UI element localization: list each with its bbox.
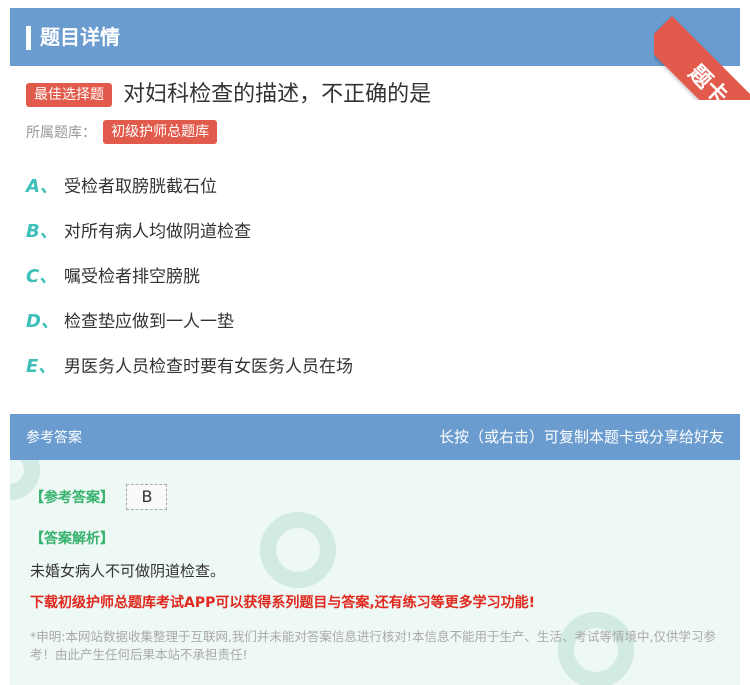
- question-text: 对妇科检查的描述，不正确的是: [123, 82, 432, 107]
- watermark-logo-icon: [260, 512, 336, 588]
- analysis-label: 【答案解析】: [30, 531, 114, 547]
- answer-label: 【参考答案】: [30, 490, 114, 506]
- bank-label: 所属题库：: [26, 125, 96, 141]
- header-accent-bar: [26, 26, 31, 50]
- answer-section-header: 参考答案 长按（或右击）可复制本题卡或分享给好友: [10, 414, 740, 460]
- answer-panel: 【参考答案】 B 【答案解析】 未婚女病人不可做阴道检查。 下载初级护师总题库考…: [10, 460, 740, 685]
- option-text: 受检者取膀胱截石位: [64, 177, 217, 197]
- option-letter: C、: [26, 266, 58, 287]
- question-type-tag: 最佳选择题: [26, 83, 112, 107]
- option-b[interactable]: B、 对所有病人均做阴道检查: [26, 217, 726, 262]
- options-list: A、 受检者取膀胱截石位 B、 对所有病人均做阴道检查 C、 嘱受检者排空膀胱 …: [26, 172, 726, 397]
- answer-value[interactable]: B: [126, 484, 168, 510]
- question-bank-row: 所属题库： 初级护师总题库: [26, 120, 218, 144]
- answer-section-title: 参考答案: [26, 430, 82, 446]
- option-a[interactable]: A、 受检者取膀胱截石位: [26, 172, 726, 217]
- option-letter: A、: [26, 176, 58, 197]
- option-letter: D、: [26, 311, 59, 332]
- option-text: 男医务人员检查时要有女医务人员在场: [64, 357, 353, 377]
- option-text: 嘱受检者排空膀胱: [64, 267, 200, 287]
- option-letter: B、: [26, 221, 58, 242]
- page-title: 题目详情: [40, 25, 120, 49]
- option-d[interactable]: D、 检查垫应做到一人一垫: [26, 307, 726, 352]
- option-text: 对所有病人均做阴道检查: [64, 222, 251, 242]
- app-promo-link[interactable]: 下载初级护师总题库考试APP可以获得系列题目与答案,还有练习等更多学习功能!: [30, 592, 535, 612]
- answer-line: 【参考答案】 B: [30, 484, 168, 510]
- disclaimer-text: *申明:本网站数据收集整理于互联网,我们并未能对答案信息进行核对!本信息不能用于…: [30, 629, 716, 662]
- option-letter: E、: [26, 356, 57, 377]
- question-block: 最佳选择题 对妇科检查的描述，不正确的是: [26, 80, 726, 110]
- option-text: 检查垫应做到一人一垫: [64, 312, 234, 332]
- option-c[interactable]: C、 嘱受检者排空膀胱: [26, 262, 726, 307]
- copy-hint: 长按（或右击）可复制本题卡或分享给好友: [438, 428, 724, 446]
- option-e[interactable]: E、 男医务人员检查时要有女医务人员在场: [26, 352, 726, 397]
- page-header: 题目详情: [10, 8, 740, 66]
- bank-tag[interactable]: 初级护师总题库: [103, 120, 218, 144]
- analysis-text: 未婚女病人不可做阴道检查。: [30, 562, 226, 580]
